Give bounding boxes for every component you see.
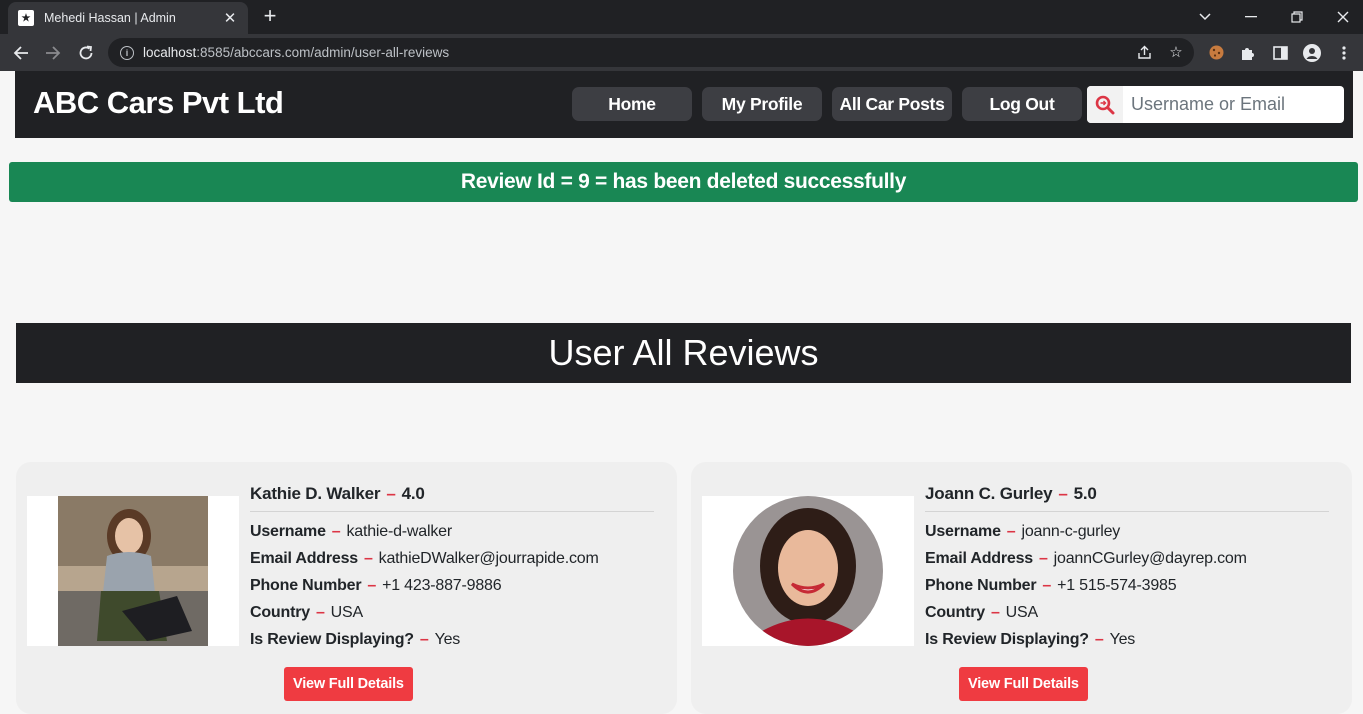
- new-tab-icon[interactable]: +: [258, 4, 282, 28]
- country-value: USA: [1005, 604, 1039, 621]
- review-card-body: Joann C. Gurley –5.0 Username – joann-c-gur…: [925, 484, 1329, 649]
- browser-tab-bar: ★ Mehedi Hassan | Admin ✕ +: [0, 0, 1363, 34]
- country-value: USA: [330, 604, 364, 621]
- extensions-puzzle-icon[interactable]: [1238, 43, 1258, 63]
- email-value: joannCGurley@dayrep.com: [1053, 550, 1247, 567]
- browser-toolbar: i localhost:8585/abccars.com/admin/user-…: [0, 34, 1363, 71]
- close-window-icon[interactable]: [1320, 0, 1363, 34]
- review-displaying-row: Is Review Displaying? – Yes: [250, 631, 461, 648]
- browser-menu-icon[interactable]: [1334, 43, 1354, 63]
- success-alert: Review Id = 9 = has been deleted success…: [9, 162, 1358, 202]
- username-row: Username – joann-c-gurley: [925, 523, 1121, 540]
- reviewer-name-line: Kathie D. Walker –4.0: [250, 484, 654, 512]
- review-card-body: Kathie D. Walker –4.0 Username – kathie-d-w…: [250, 484, 654, 649]
- review-card: Kathie D. Walker –4.0 Username – kathie-d-w…: [16, 462, 677, 714]
- site-header: ABC Cars Pvt Ltd Home My Profile All Car…: [15, 71, 1353, 138]
- site-info-icon[interactable]: i: [120, 45, 134, 60]
- email-row: Email Address – kathieDWalker@jourrapide.c…: [250, 550, 599, 567]
- side-panel-icon[interactable]: [1270, 43, 1290, 63]
- browser-tab[interactable]: ★ Mehedi Hassan | Admin ✕: [8, 2, 248, 34]
- review-rating: 5.0: [1073, 484, 1097, 503]
- site-brand[interactable]: ABC Cars Pvt Ltd: [33, 85, 284, 121]
- review-displaying-value: Yes: [1109, 631, 1136, 648]
- review-displaying-row: Is Review Displaying? – Yes: [925, 631, 1136, 648]
- minimize-icon[interactable]: [1228, 0, 1274, 34]
- user-search-box: [1087, 86, 1344, 123]
- username-row: Username – kathie-d-walker: [250, 523, 452, 540]
- nav-all-car-posts-link[interactable]: All Car Posts: [832, 87, 952, 121]
- nav-my-profile-link[interactable]: My Profile: [702, 87, 822, 121]
- email-row: Email Address – joannCGurley@dayrep.com: [925, 550, 1247, 567]
- reviewer-photo: [27, 496, 239, 646]
- phone-value: +1 423-887-9886: [382, 577, 502, 594]
- profile-avatar-icon[interactable]: [1302, 43, 1322, 63]
- view-full-details-button[interactable]: View Full Details: [959, 667, 1088, 701]
- username-value: kathie-d-walker: [346, 523, 452, 540]
- page-title: User All Reviews: [16, 323, 1351, 383]
- tab-title: Mehedi Hassan | Admin: [44, 11, 176, 25]
- reload-icon[interactable]: [73, 40, 99, 66]
- review-card: Joann C. Gurley –5.0 Username – joann-c-gur…: [691, 462, 1352, 714]
- url-text[interactable]: localhost:8585/abccars.com/admin/user-al…: [143, 45, 449, 60]
- address-bar[interactable]: i localhost:8585/abccars.com/admin/user-…: [108, 38, 1194, 67]
- reviewer-name: Kathie D. Walker: [250, 484, 381, 503]
- reviewer-name-line: Joann C. Gurley –5.0: [925, 484, 1329, 512]
- restore-icon[interactable]: [1274, 0, 1320, 34]
- close-tab-icon[interactable]: ✕: [222, 9, 238, 27]
- search-icon[interactable]: [1087, 86, 1123, 123]
- country-row: Country – USA: [250, 604, 364, 621]
- nav-log-out-link[interactable]: Log Out: [962, 87, 1082, 121]
- tab-search-icon[interactable]: [1182, 0, 1228, 34]
- favicon-icon: ★: [18, 10, 34, 26]
- reviewer-photo: [702, 496, 914, 646]
- username-value: joann-c-gurley: [1021, 523, 1121, 540]
- phone-row: Phone Number – +1 423-887-9886: [250, 577, 502, 594]
- email-value: kathieDWalker@jourrapide.com: [378, 550, 599, 567]
- forward-icon[interactable]: [40, 40, 66, 66]
- review-rating: 4.0: [401, 484, 425, 503]
- country-row: Country – USA: [925, 604, 1039, 621]
- cookie-extension-icon[interactable]: [1206, 43, 1226, 63]
- review-displaying-value: Yes: [434, 631, 461, 648]
- reviewer-name: Joann C. Gurley: [925, 484, 1053, 503]
- nav-home-link[interactable]: Home: [572, 87, 692, 121]
- search-input[interactable]: [1131, 87, 1341, 122]
- back-icon[interactable]: [8, 40, 34, 66]
- phone-row: Phone Number – +1 515-574-3985: [925, 577, 1177, 594]
- phone-value: +1 515-574-3985: [1057, 577, 1177, 594]
- view-full-details-button[interactable]: View Full Details: [284, 667, 413, 701]
- bookmark-star-icon[interactable]: ☆: [1166, 43, 1186, 61]
- share-icon[interactable]: [1134, 43, 1154, 64]
